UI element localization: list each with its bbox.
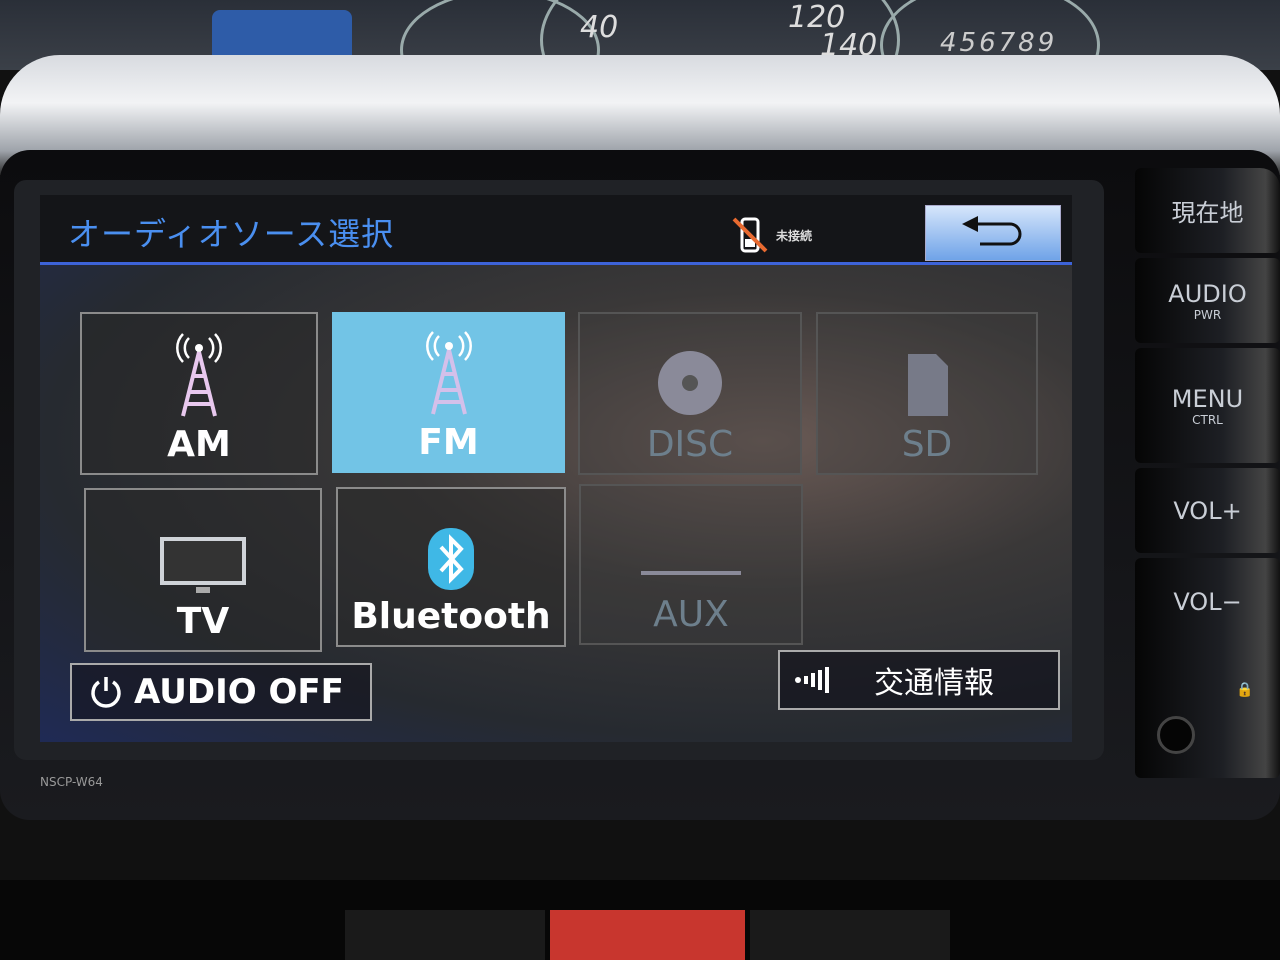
source-am[interactable]: AM xyxy=(80,312,318,475)
traffic-label: 交通情報 xyxy=(874,666,994,701)
tv-icon xyxy=(160,537,246,593)
source-label: TV xyxy=(176,601,230,642)
aux-jack[interactable] xyxy=(1157,716,1195,754)
vent-slot-red xyxy=(550,910,745,960)
hw-button-label: VOL+ xyxy=(1173,496,1242,525)
source-label: AM xyxy=(167,424,231,465)
touch-screen: オーディオソース選択 未接続 AM FM DISC SD TV Bluetoot… xyxy=(40,195,1072,742)
sd-card-icon xyxy=(908,354,948,416)
phone-disconnected-icon xyxy=(732,217,768,253)
hw-button-label: 現在地 xyxy=(1171,199,1244,227)
source-label: AUX xyxy=(653,594,729,635)
audio-off-button[interactable]: AUDIO OFF xyxy=(70,663,372,721)
page-title: オーディオソース選択 xyxy=(68,215,395,253)
hw-button-label: AUDIO xyxy=(1168,279,1247,308)
back-button[interactable] xyxy=(925,205,1061,261)
traffic-info-button[interactable]: 交通情報 xyxy=(778,650,1060,710)
source-label: Bluetooth xyxy=(351,596,551,637)
source-sd: SD xyxy=(816,312,1038,475)
hw-button-sub: PWR xyxy=(1193,307,1222,322)
hw-button-location[interactable]: 現在地 xyxy=(1135,168,1280,253)
bluetooth-icon xyxy=(428,528,474,590)
hw-button-vol-down[interactable]: VOL− xyxy=(1135,558,1280,778)
vent-slot xyxy=(750,910,950,960)
source-label: SD xyxy=(901,424,953,465)
source-disc: DISC xyxy=(578,312,802,475)
aux-icon xyxy=(641,571,741,575)
hw-button-label: VOL− xyxy=(1173,588,1242,616)
phone-status: 未接続 xyxy=(730,215,812,255)
vent-slot xyxy=(345,910,545,960)
audio-off-label: AUDIO OFF xyxy=(134,672,344,712)
source-label: FM xyxy=(418,422,479,463)
hw-button-vol-up[interactable]: VOL+ xyxy=(1135,468,1280,553)
hw-button-label: MENU xyxy=(1171,384,1244,413)
antenna-tower-icon xyxy=(425,331,472,415)
hw-button-sub: CTRL xyxy=(1192,412,1223,427)
antenna-tower-icon xyxy=(176,333,222,417)
hw-button-menu[interactable]: MENU CTRL xyxy=(1135,348,1280,463)
header-bar: オーディオソース選択 未接続 xyxy=(40,195,1072,265)
model-label: NSCP-W64 xyxy=(40,775,103,789)
source-label: DISC xyxy=(646,424,734,465)
bt-status-text: 未接続 xyxy=(776,228,813,243)
speed-label: 40 xyxy=(580,10,619,45)
source-aux: AUX xyxy=(579,484,803,645)
signal-icon xyxy=(795,667,829,693)
power-icon xyxy=(91,677,121,708)
return-arrow-icon xyxy=(962,216,1022,246)
source-tv[interactable]: TV xyxy=(84,488,322,652)
lock-icon: 🔒 xyxy=(1236,682,1254,698)
odometer: 456789 xyxy=(940,28,1058,58)
air-vent xyxy=(0,880,1280,960)
disc-icon xyxy=(658,351,722,415)
source-bluetooth[interactable]: Bluetooth xyxy=(336,487,566,647)
hw-button-audio[interactable]: AUDIO PWR xyxy=(1135,258,1280,343)
source-fm[interactable]: FM xyxy=(332,312,565,473)
